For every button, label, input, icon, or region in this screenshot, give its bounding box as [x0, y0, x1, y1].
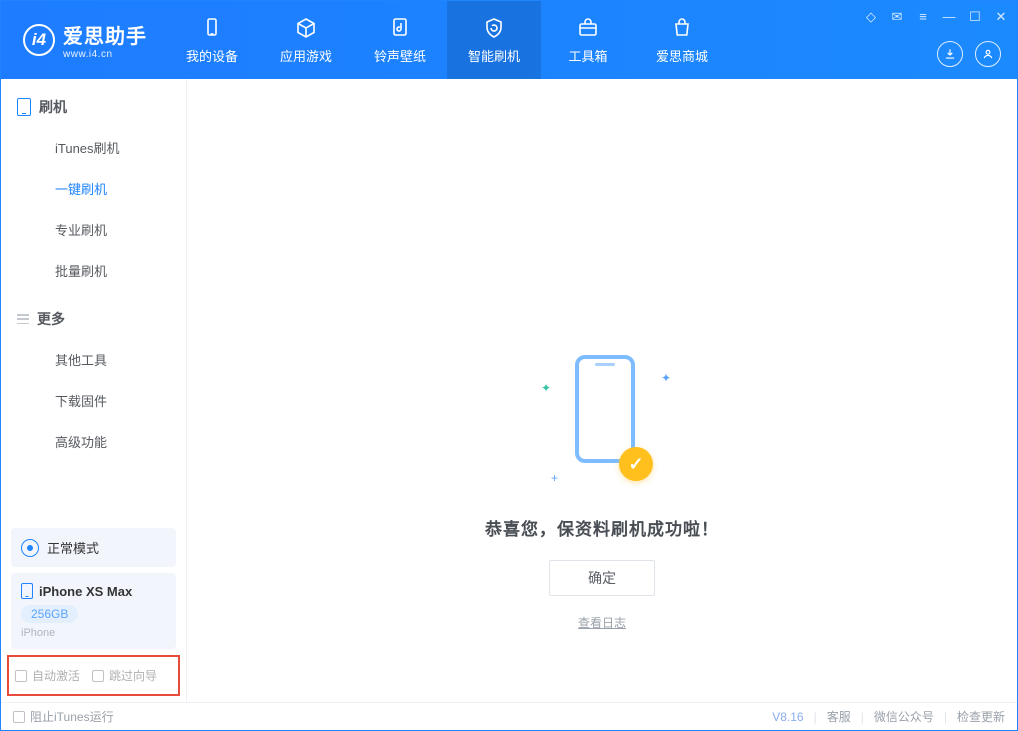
tab-label: 铃声壁纸 [374, 46, 426, 65]
tab-store[interactable]: 爱思商城 [635, 1, 729, 79]
tab-my-device[interactable]: 我的设备 [165, 1, 259, 79]
shield-refresh-icon [482, 16, 506, 40]
sparkle-icon: ✦ [661, 371, 671, 385]
checkbox-auto-activate[interactable]: 自动激活 [15, 667, 80, 684]
sidebar-item-itunes-flash[interactable]: iTunes刷机 [1, 127, 186, 168]
user-icon [981, 47, 995, 61]
top-tabs: 我的设备 应用游戏 铃声壁纸 智能刷机 工具箱 爱思商城 [165, 1, 729, 79]
main: 刷机 iTunes刷机 一键刷机 专业刷机 批量刷机 更多 其他工具 下载固件 … [1, 79, 1017, 702]
maximize-button[interactable]: ☐ [967, 9, 983, 25]
app-title: 爱思助手 [63, 20, 147, 49]
sparkle-icon: + [551, 471, 558, 485]
minimize-button[interactable]: — [941, 9, 957, 25]
mode-panel[interactable]: 正常模式 [11, 528, 176, 567]
checkbox-block-itunes[interactable]: 阻止iTunes运行 [13, 708, 114, 725]
footer-link-update[interactable]: 检查更新 [957, 708, 1005, 725]
tab-label: 我的设备 [186, 46, 238, 65]
sidebar-item-pro-flash[interactable]: 专业刷机 [1, 209, 186, 250]
checkbox-label: 跳过向导 [109, 667, 157, 684]
checkbox-icon [15, 670, 27, 682]
tab-label: 爱思商城 [656, 46, 708, 65]
group-title-label: 刷机 [39, 97, 67, 117]
device-icon [200, 16, 224, 40]
tab-label: 智能刷机 [468, 46, 520, 65]
toolbox-icon [576, 16, 600, 40]
tshirt-icon[interactable]: ◇ [863, 9, 879, 25]
menu-icon[interactable]: ≡ [915, 9, 931, 25]
hamburger-icon [17, 314, 29, 324]
music-file-icon [388, 16, 412, 40]
mode-indicator-icon [21, 539, 39, 557]
sidebar-group-flash: 刷机 [1, 79, 186, 127]
success-illustration: ✓ ✦ ✦ + [557, 349, 647, 489]
header: i4 爱思助手 www.i4.cn 我的设备 应用游戏 铃声壁纸 智能刷机 工具… [1, 1, 1017, 79]
mode-label: 正常模式 [47, 538, 99, 557]
footer-link-support[interactable]: 客服 [827, 708, 851, 725]
footer: 阻止iTunes运行 V8.16 | 客服 | 微信公众号 | 检查更新 [1, 702, 1017, 730]
ok-button[interactable]: 确定 [549, 560, 655, 596]
cube-icon [294, 16, 318, 40]
device-name: iPhone XS Max [39, 584, 132, 599]
close-button[interactable]: ✕ [993, 9, 1009, 25]
options-row-highlighted: 自动激活 跳过向导 [7, 655, 180, 696]
version-label: V8.16 [772, 710, 803, 724]
feedback-icon[interactable]: ✉ [889, 9, 905, 25]
checkbox-icon [92, 670, 104, 682]
sidebar-item-download-firmware[interactable]: 下载固件 [1, 380, 186, 421]
view-log-link[interactable]: 查看日志 [578, 614, 626, 631]
sidebar-item-one-click-flash[interactable]: 一键刷机 [1, 168, 186, 209]
separator: | [861, 710, 864, 724]
tab-ringtones[interactable]: 铃声壁纸 [353, 1, 447, 79]
group-title-label: 更多 [37, 309, 65, 329]
tab-label: 工具箱 [568, 46, 607, 65]
success-message: 恭喜您，保资料刷机成功啦！ [485, 515, 719, 540]
sidebar-item-other-tools[interactable]: 其他工具 [1, 339, 186, 380]
user-button[interactable] [975, 41, 1001, 67]
download-icon [943, 47, 957, 61]
separator: | [814, 710, 817, 724]
bag-icon [670, 16, 694, 40]
logo-icon: i4 [23, 24, 55, 56]
sidebar-group-more: 更多 [1, 291, 186, 339]
sidebar-item-batch-flash[interactable]: 批量刷机 [1, 250, 186, 291]
success-panel: ✓ ✦ ✦ + 恭喜您，保资料刷机成功啦！ 确定 查看日志 [485, 349, 719, 631]
check-badge-icon: ✓ [619, 447, 653, 481]
connected-device-panel[interactable]: iPhone XS Max 256GB iPhone [11, 573, 176, 649]
tab-label: 应用游戏 [280, 46, 332, 65]
sidebar: 刷机 iTunes刷机 一键刷机 专业刷机 批量刷机 更多 其他工具 下载固件 … [1, 79, 187, 702]
footer-link-wechat[interactable]: 微信公众号 [874, 708, 934, 725]
device-phone-icon [21, 583, 33, 599]
header-right-actions [937, 41, 1001, 67]
sparkle-icon: ✦ [541, 381, 551, 395]
content-area: ✓ ✦ ✦ + 恭喜您，保资料刷机成功啦！ 确定 查看日志 [187, 79, 1017, 702]
separator: | [944, 710, 947, 724]
download-button[interactable] [937, 41, 963, 67]
tab-toolbox[interactable]: 工具箱 [541, 1, 635, 79]
app-logo: i4 爱思助手 www.i4.cn [1, 20, 165, 60]
phone-outline-icon [17, 98, 31, 116]
device-type: iPhone [21, 627, 166, 639]
tab-smart-flash[interactable]: 智能刷机 [447, 1, 541, 79]
checkbox-label: 自动激活 [32, 667, 80, 684]
checkbox-label: 阻止iTunes运行 [30, 708, 114, 725]
sidebar-item-advanced[interactable]: 高级功能 [1, 421, 186, 462]
app-subtitle: www.i4.cn [63, 49, 147, 60]
window-controls: ◇ ✉ ≡ — ☐ ✕ [863, 9, 1009, 25]
tab-apps[interactable]: 应用游戏 [259, 1, 353, 79]
device-storage-pill: 256GB [21, 605, 78, 623]
checkbox-skip-guide[interactable]: 跳过向导 [92, 667, 157, 684]
checkbox-icon [13, 711, 25, 723]
